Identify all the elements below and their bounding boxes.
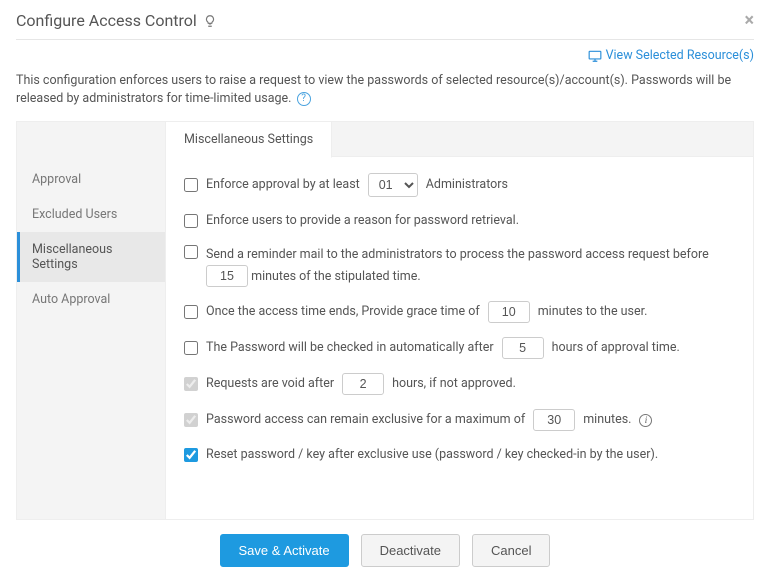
row-enforce-approval: Enforce approval by at least 01 Administ…: [184, 173, 735, 197]
checkbox-reset-after-use[interactable]: [184, 448, 198, 462]
sidebar-item-label: Miscellaneous Settings: [32, 242, 112, 272]
deactivate-button[interactable]: Deactivate: [361, 534, 460, 567]
label: Reset password / key after exclusive use…: [206, 445, 658, 465]
row-reminder-mail: Send a reminder mail to the administrato…: [184, 245, 735, 287]
label: Requests are void after: [206, 374, 334, 394]
sidebar-item-excluded-users[interactable]: Excluded Users: [17, 197, 165, 232]
description-text: This configuration enforces users to rai…: [16, 73, 731, 107]
label: Administrators: [426, 175, 508, 195]
sidebar-item-auto-approval[interactable]: Auto Approval: [17, 282, 165, 317]
lightbulb-icon[interactable]: [203, 14, 217, 28]
top-link-row: View Selected Resource(s): [16, 40, 754, 72]
page-title: Configure Access Control: [16, 11, 217, 30]
row-reset-after-use: Reset password / key after exclusive use…: [184, 445, 735, 465]
sidebar-item-label: Excluded Users: [32, 207, 117, 222]
checkbox-auto-checkin[interactable]: [184, 341, 198, 355]
input-checkin-hours[interactable]: [502, 337, 544, 359]
content-area: Miscellaneous Settings Enforce approval …: [165, 122, 753, 519]
row-void-after: Requests are void after hours, if not ap…: [184, 373, 735, 395]
label: Password access can remain exclusive for…: [206, 410, 525, 430]
label: Send a reminder mail to the administrato…: [206, 247, 709, 262]
save-activate-button[interactable]: Save & Activate: [220, 534, 349, 567]
monitor-icon: [588, 50, 602, 62]
input-grace-minutes[interactable]: [488, 301, 530, 323]
row-enforce-reason: Enforce users to provide a reason for pa…: [184, 211, 735, 231]
row-grace-time: Once the access time ends, Provide grace…: [184, 301, 735, 323]
view-selected-resources-link[interactable]: View Selected Resource(s): [588, 48, 754, 63]
tab-misc-settings[interactable]: Miscellaneous Settings: [166, 122, 332, 158]
input-void-hours[interactable]: [342, 373, 384, 395]
input-exclusive-minutes[interactable]: [533, 409, 575, 431]
checkbox-void-after: [184, 377, 198, 391]
label: Enforce users to provide a reason for pa…: [206, 211, 519, 231]
label: hours of approval time.: [552, 338, 680, 358]
sidebar-item-misc-settings[interactable]: Miscellaneous Settings: [17, 232, 165, 282]
tab-label: Miscellaneous Settings: [184, 132, 313, 147]
info-icon[interactable]: i: [639, 414, 652, 427]
checkbox-reminder-mail[interactable]: [184, 245, 198, 259]
cancel-button[interactable]: Cancel: [472, 534, 550, 567]
row-auto-checkin: The Password will be checked in automati…: [184, 337, 735, 359]
label: Once the access time ends, Provide grace…: [206, 302, 480, 322]
label: minutes.: [583, 410, 631, 430]
label: minutes of the stipulated time.: [251, 269, 421, 284]
help-icon[interactable]: ?: [297, 92, 311, 106]
row-exclusive-max: Password access can remain exclusive for…: [184, 409, 735, 431]
settings-list: Enforce approval by at least 01 Administ…: [166, 157, 753, 519]
top-link-label: View Selected Resource(s): [606, 48, 754, 63]
label: hours, if not approved.: [392, 374, 516, 394]
input-reminder-minutes[interactable]: [206, 265, 248, 287]
label: The Password will be checked in automati…: [206, 338, 494, 358]
checkbox-enforce-approval[interactable]: [184, 178, 198, 192]
checkbox-enforce-reason[interactable]: [184, 214, 198, 228]
select-admin-count[interactable]: 01: [368, 173, 418, 197]
description: This configuration enforces users to rai…: [16, 72, 754, 110]
tab-row: Miscellaneous Settings: [166, 122, 753, 157]
close-icon[interactable]: ×: [744, 10, 754, 31]
label: Enforce approval by at least: [206, 175, 360, 195]
sidebar-item-label: Auto Approval: [32, 292, 110, 307]
checkbox-exclusive-max: [184, 413, 198, 427]
label: minutes to the user.: [538, 302, 648, 322]
sidebar: Approval Excluded Users Miscellaneous Se…: [17, 122, 165, 519]
tab-filler: [332, 122, 753, 157]
checkbox-grace-time[interactable]: [184, 305, 198, 319]
settings-panel: Approval Excluded Users Miscellaneous Se…: [16, 121, 754, 520]
sidebar-item-approval[interactable]: Approval: [17, 162, 165, 197]
sidebar-item-label: Approval: [32, 172, 81, 187]
title-text: Configure Access Control: [16, 11, 197, 30]
footer-buttons: Save & Activate Deactivate Cancel: [16, 520, 754, 567]
dialog-header: Configure Access Control ×: [16, 10, 754, 40]
